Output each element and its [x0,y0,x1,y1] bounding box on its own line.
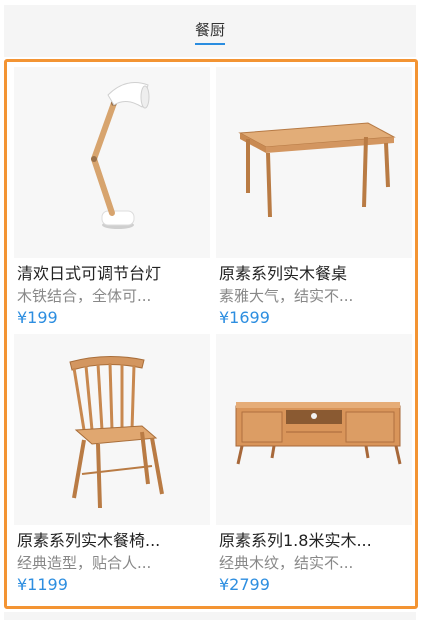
product-price: ¥2799 [219,575,270,594]
product-price: ¥1199 [17,575,68,594]
product-description: 木铁结合，全体可... [17,287,152,305]
product-image [216,67,412,258]
product-title: 原素系列1.8米实木... [219,531,372,550]
product-image [14,334,210,525]
tv-cabinet-icon [235,402,402,465]
product-card[interactable]: 原素系列1.8米实木... 经典木纹，结实不... ¥2799 [216,334,412,597]
product-title: 原素系列实木餐桌 [219,264,348,283]
category-tab-bar: 餐厨 [4,5,416,57]
next-row-strip [4,612,416,620]
product-description: 素雅大气，结实不... [219,287,354,305]
product-card[interactable]: 原素系列实木餐桌 素雅大气，结实不... ¥1699 [216,67,412,330]
product-grid: 清欢日式可调节台灯 木铁结合，全体可... ¥199 原素系列实木餐桌 素雅大气… [14,67,412,597]
product-price: ¥1699 [219,308,270,327]
product-image [216,334,412,525]
dining-table-icon [238,122,396,218]
product-description: 经典木纹，结实不... [219,554,354,572]
product-grid-highlight: 清欢日式可调节台灯 木铁结合，全体可... ¥199 原素系列实木餐桌 素雅大气… [4,59,418,609]
product-description: 经典造型，贴合人... [17,554,152,572]
wooden-chair-icon [69,355,164,509]
product-card[interactable]: 原素系列实木餐椅... 经典造型，贴合人... ¥1199 [14,334,210,597]
product-title: 原素系列实木餐椅... [17,531,161,550]
product-title: 清欢日式可调节台灯 [17,264,162,283]
product-price: ¥199 [17,308,58,327]
product-image [14,67,210,258]
desk-lamp-icon [91,82,150,229]
product-card[interactable]: 清欢日式可调节台灯 木铁结合，全体可... ¥199 [14,67,210,330]
tab-kitchen[interactable]: 餐厨 [194,19,226,45]
